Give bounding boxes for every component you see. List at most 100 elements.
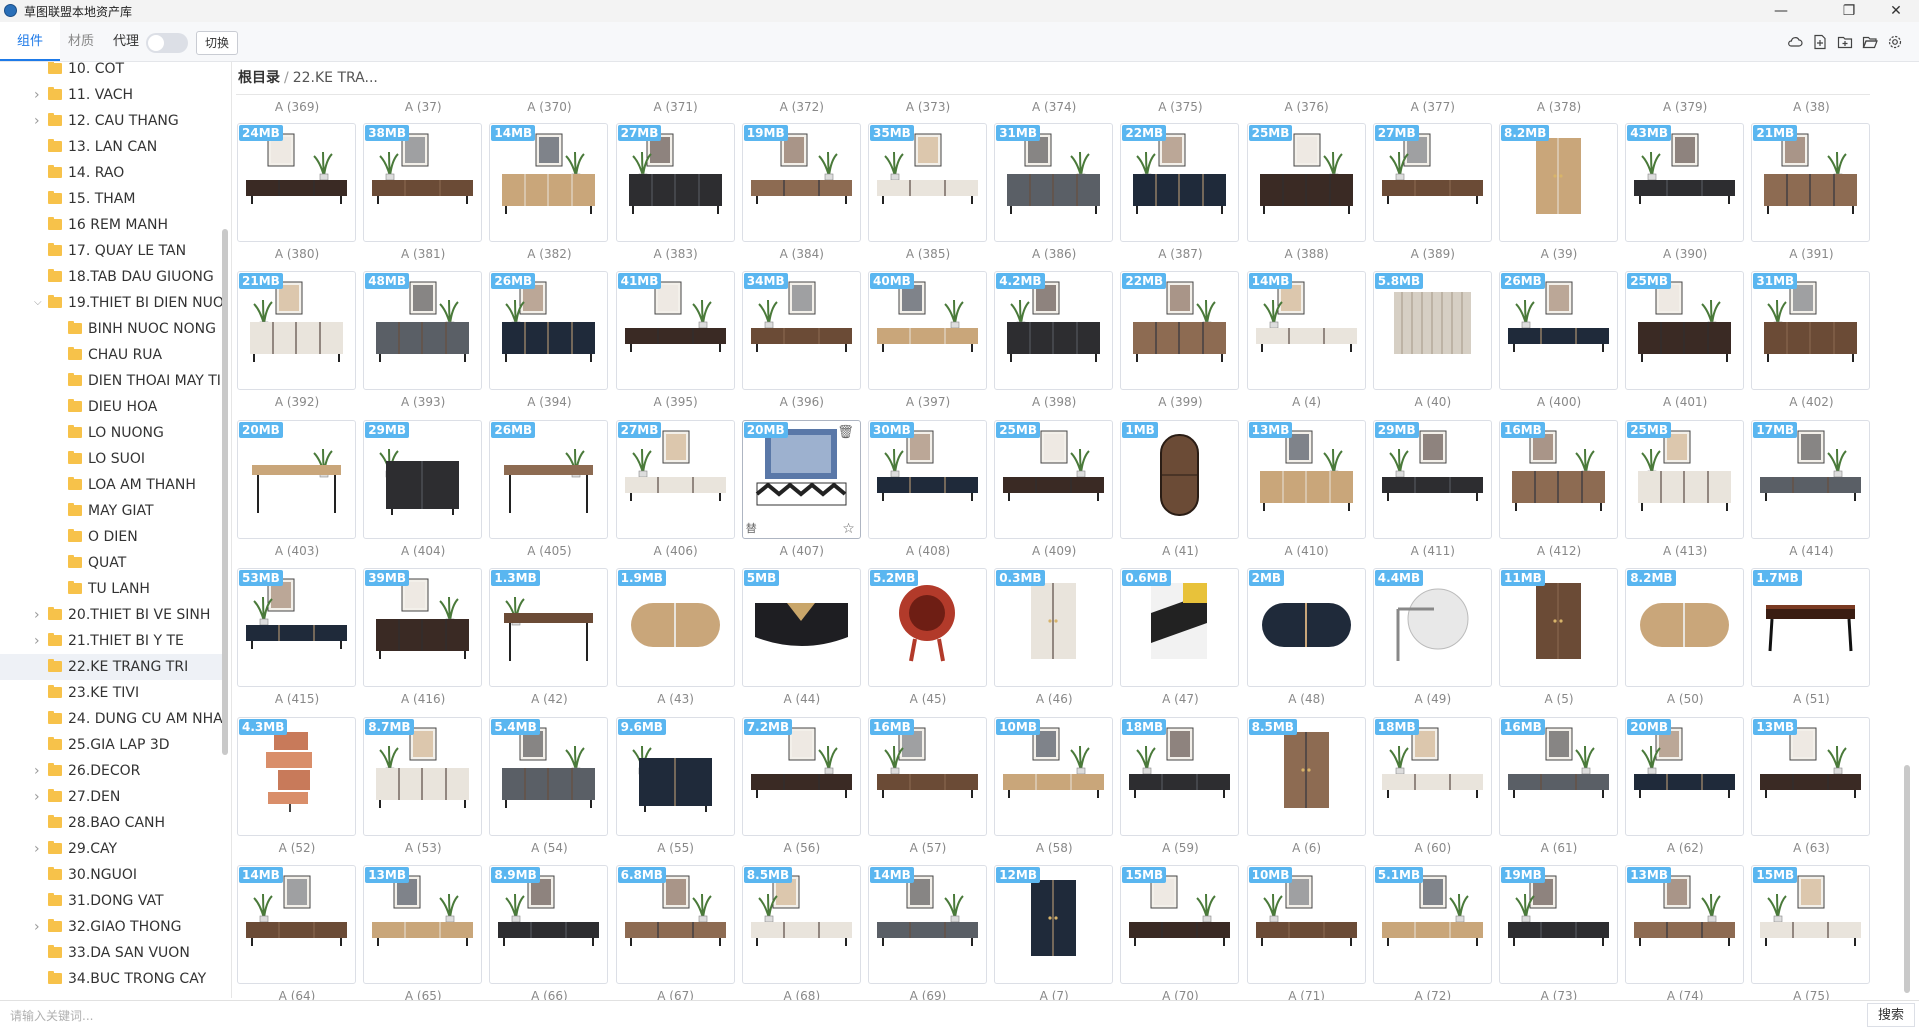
open-folder-icon[interactable] [1862,34,1878,50]
asset-card[interactable]: 18MB [1120,716,1240,836]
chevron-right-icon[interactable]: › [34,758,44,784]
tree-item[interactable]: 31.DONG VAT [0,888,222,914]
maximize-button[interactable]: ❐ [1826,0,1872,22]
asset-card[interactable]: 4.3MB [237,716,356,836]
chevron-right-icon[interactable]: › [34,836,44,862]
asset-card[interactable]: 5MB [741,568,861,688]
tree-item[interactable]: › 21.THIET BI Y TE [0,628,222,654]
asset-card[interactable]: 2MB [1246,568,1366,688]
asset-card[interactable]: 25MB [1625,419,1745,539]
chevron-right-icon[interactable]: › [34,602,44,628]
asset-card[interactable]: 35MB [868,123,987,242]
tree-item[interactable]: 14. RAO [0,160,222,186]
asset-card[interactable]: 19MB [741,123,861,242]
sidebar-scrollbar[interactable] [222,229,228,755]
tree-item[interactable]: LO SUOI [0,446,222,472]
new-folder-icon[interactable] [1837,34,1853,50]
chevron-right-icon[interactable]: › [34,108,44,134]
new-file-icon[interactable] [1812,34,1828,50]
tree-item[interactable]: 34.BUC TRONG CAY [0,966,222,992]
tree-item[interactable]: MAY GIAT [0,498,222,524]
asset-card[interactable]: 30MB [868,419,987,539]
chevron-right-icon[interactable]: › [34,914,44,940]
tree-item[interactable]: BINH NUOC NONG [0,316,222,342]
asset-card[interactable]: 43MB [1625,123,1745,242]
asset-card[interactable]: 4.2MB [994,271,1114,391]
tree-item[interactable]: 16 REM MANH [0,212,222,238]
asset-card[interactable]: 14MB [237,865,356,984]
asset-card[interactable]: 5.1MB [1372,865,1492,984]
asset-card[interactable]: 8.5MB [1246,716,1366,836]
cloud-icon[interactable] [1787,34,1803,50]
tree-item[interactable]: 22.KE TRANG TRI [0,654,222,680]
tree-item[interactable]: 30.NGUOI [0,862,222,888]
chevron-down-icon[interactable]: ⌵ [34,290,44,316]
asset-card[interactable]: 29MB [363,419,483,539]
asset-card[interactable]: 22MB [1120,271,1240,391]
asset-card[interactable]: 39MB [363,568,483,688]
tree-item[interactable]: LO NUONG [0,420,222,446]
tab-components[interactable]: 组件 [0,22,60,61]
gear-icon[interactable] [1887,34,1903,50]
asset-card[interactable]: 17MB [1751,419,1871,539]
asset-card[interactable]: 22MB [1120,123,1240,242]
asset-card[interactable]: 48MB [363,271,483,391]
tree-item[interactable]: O DIEN [0,524,222,550]
tree-item[interactable]: LOA AM THANH [0,472,222,498]
search-input[interactable] [8,1004,1862,1028]
asset-card[interactable]: 8.7MB [363,716,483,836]
minimize-button[interactable]: — [1758,0,1804,22]
close-button[interactable]: ✕ [1873,0,1919,22]
asset-card[interactable]: 27MB [1372,123,1492,242]
asset-card[interactable]: 29MB [1372,419,1492,539]
tree-item[interactable]: › 12. CAU THANG [0,108,222,134]
asset-card[interactable]: 26MB [489,419,609,539]
asset-card[interactable]: 27MB [615,419,735,539]
asset-card[interactable]: 31MB [994,123,1114,242]
asset-card[interactable]: 18MB [1372,716,1492,836]
asset-card[interactable]: 13MB [1246,419,1366,539]
asset-card[interactable]: 10MB [994,716,1114,836]
asset-card[interactable]: 31MB [1751,271,1871,391]
asset-card[interactable]: 14MB [489,123,609,242]
tree-item[interactable]: ⌵ 19.THIET BI DIEN NUOC [0,290,222,316]
tree-item[interactable]: DIEN THOAI MAY TI [0,368,222,394]
asset-card[interactable]: 14MB [868,865,987,984]
tree-item[interactable]: TU LANH [0,576,222,602]
tree-item[interactable]: › 29.CAY [0,836,222,862]
asset-card[interactable]: 25MB [994,419,1114,539]
asset-card[interactable]: 20MB [237,419,356,539]
tree-item[interactable]: 23.KE TIVI [0,680,222,706]
asset-card[interactable]: 5.2MB [868,568,987,688]
asset-card[interactable]: 34MB [741,271,861,391]
replace-tag[interactable]: 替 [746,520,757,536]
asset-card[interactable]: 13MB [1625,865,1745,984]
asset-card[interactable]: 25MB [1246,123,1366,242]
switch-button[interactable]: 切换 [196,31,238,55]
asset-card[interactable]: 5.4MB [489,716,609,836]
asset-card[interactable]: 10MB [1246,865,1366,984]
asset-card[interactable]: 1MB [1120,419,1240,539]
asset-card[interactable]: 16MB [1499,716,1618,836]
chevron-right-icon[interactable]: › [34,628,44,654]
chevron-right-icon[interactable]: › [34,784,44,810]
asset-card[interactable]: 0.6MB [1120,568,1240,688]
asset-card[interactable]: 19MB [1499,865,1618,984]
asset-card[interactable]: 25MB [1625,271,1745,391]
asset-card[interactable]: 1.3MB [489,568,609,688]
asset-card[interactable]: 14MB [1246,271,1366,391]
asset-card[interactable]: 26MB [1499,271,1618,391]
tree-item[interactable]: CHAU RUA [0,342,222,368]
asset-card[interactable]: 41MB [615,271,735,391]
asset-card[interactable]: 6.8MB [615,865,735,984]
tree-item[interactable]: 13. LAN CAN [0,134,222,160]
tree-item[interactable]: 18.TAB DAU GIUONG [0,264,222,290]
breadcrumb-root[interactable]: 根目录 [238,70,280,86]
asset-card[interactable]: 13MB [363,865,483,984]
asset-card[interactable]: 53MB [237,568,356,688]
asset-card[interactable]: 20MB 🗑 替 ☆ [741,419,861,539]
asset-card[interactable]: 26MB [489,271,609,391]
breadcrumb-current[interactable]: 22.KE TRA... [293,70,378,86]
asset-card[interactable]: 12MB [994,865,1114,984]
tree-item[interactable]: 10. COT [0,62,222,82]
